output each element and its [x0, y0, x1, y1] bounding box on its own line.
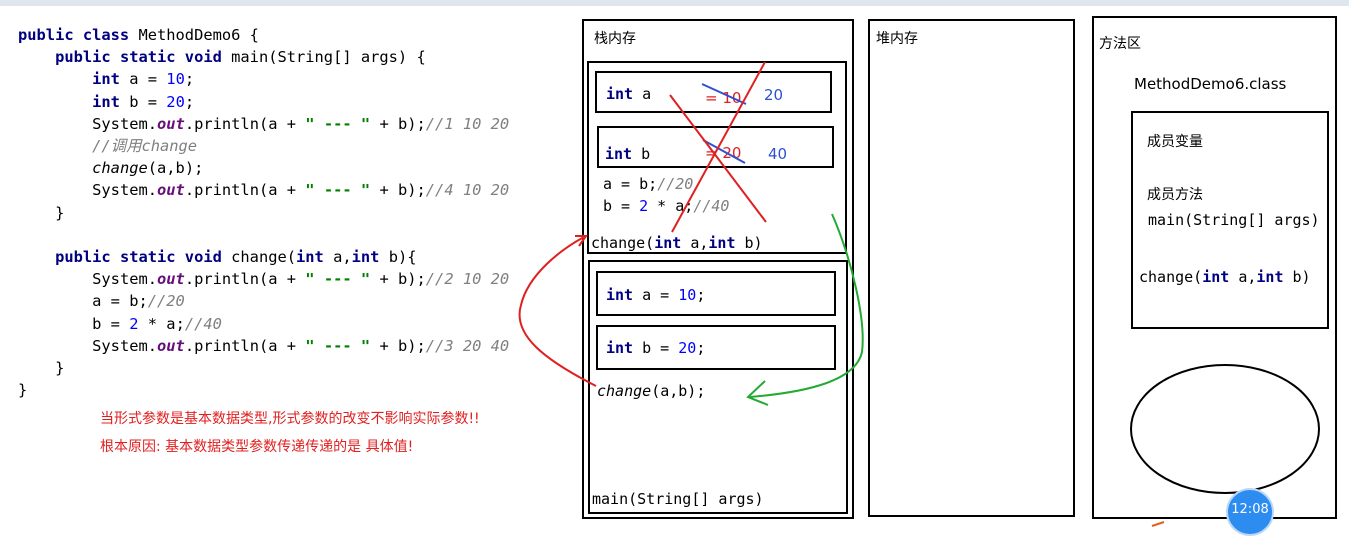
edge-mark — [1151, 521, 1165, 527]
timer-badge[interactable]: 12:08 — [1226, 488, 1274, 536]
call-arrow-red — [518, 236, 597, 387]
frame-destroyed-cross-1 — [669, 94, 767, 223]
static-area-ellipse — [1130, 364, 1320, 494]
strike-b-old-value — [702, 139, 746, 164]
return-arrow-green-head — [746, 380, 769, 406]
return-arrow-green — [749, 213, 864, 398]
strike-a-old-value — [701, 83, 747, 105]
frame-destroyed-cross-2 — [671, 61, 766, 233]
annotation-layer — [518, 61, 1320, 527]
